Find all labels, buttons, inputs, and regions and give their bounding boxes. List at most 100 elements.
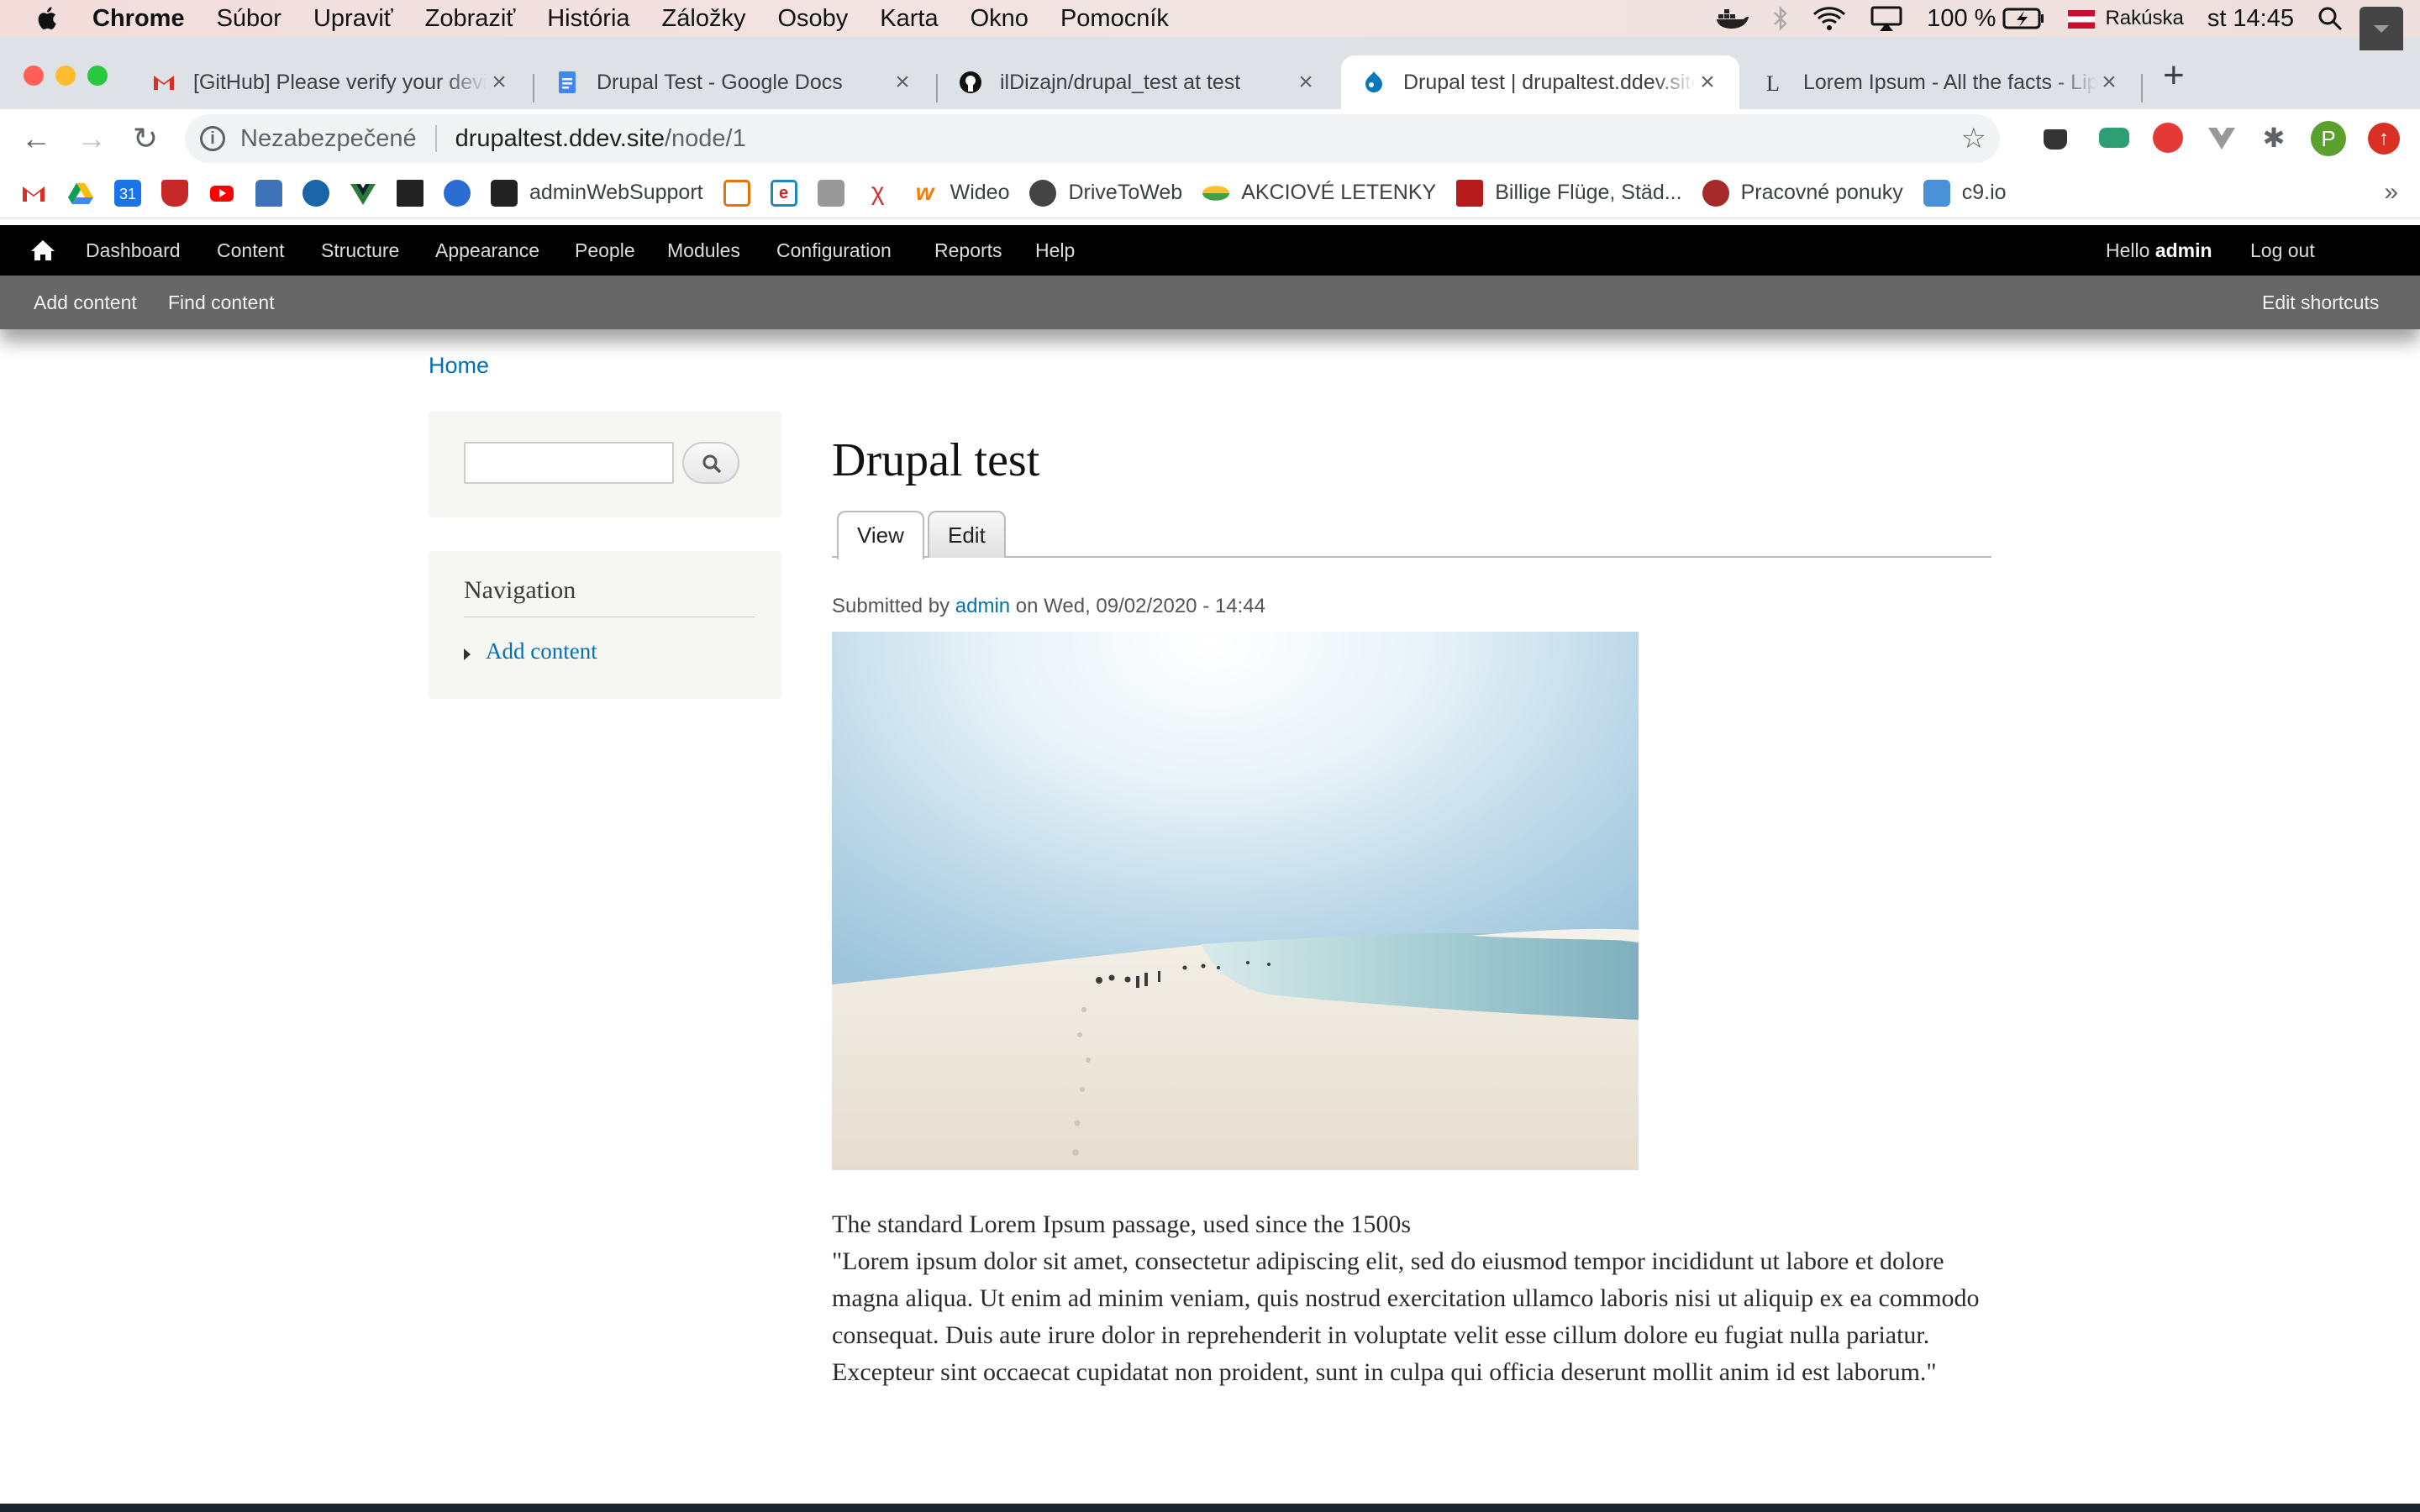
- address-bar[interactable]: i Nezabezpečené drupaltest.ddev.site/nod…: [185, 114, 2000, 163]
- menu-historia[interactable]: História: [547, 5, 629, 33]
- toolbar-appearance[interactable]: Appearance: [435, 225, 539, 276]
- bookmark-label: adminWebSupport: [529, 181, 703, 204]
- reload-icon[interactable]: ↻: [128, 121, 163, 156]
- tab-close-icon[interactable]: ×: [891, 68, 914, 97]
- menu-karta[interactable]: Karta: [880, 5, 938, 33]
- menu-zalozky[interactable]: Záložky: [662, 5, 746, 33]
- bookmark-wideo[interactable]: w Wideo: [912, 179, 1010, 207]
- tab-edit[interactable]: Edit: [928, 511, 1006, 558]
- bookmark-lambda[interactable]: χ: [865, 179, 892, 207]
- browser-tab-drupal-active[interactable]: Drupal test | drupaltest.ddev.site ×: [1341, 55, 1739, 109]
- bookmark-book[interactable]: [397, 179, 424, 207]
- window-minimize-button[interactable]: [55, 66, 76, 86]
- menu-app-chrome[interactable]: Chrome: [92, 5, 185, 33]
- window-zoom-button[interactable]: [87, 66, 108, 86]
- extension-adblock-icon[interactable]: [2153, 123, 2183, 153]
- austria-flag-icon: [2068, 9, 2096, 29]
- menu-upravit[interactable]: Upraviť: [313, 5, 393, 33]
- home-icon[interactable]: [30, 239, 55, 262]
- breadcrumb-home[interactable]: Home: [429, 353, 489, 379]
- toolbar-help[interactable]: Help: [1035, 225, 1075, 276]
- toolbar-people[interactable]: People: [575, 225, 635, 276]
- browser-tab-lipsum[interactable]: L Lorem Ipsum - All the facts - Lipsum g…: [1741, 55, 2141, 109]
- tab-view[interactable]: View: [837, 511, 924, 559]
- profile-avatar[interactable]: P: [2311, 121, 2346, 156]
- search-button[interactable]: [682, 442, 739, 484]
- wifi-icon[interactable]: [1812, 6, 1846, 31]
- extension-vue-devtools-icon[interactable]: [2207, 123, 2237, 153]
- nav-add-content-link[interactable]: Add content: [486, 638, 597, 664]
- search-block: [429, 412, 781, 517]
- bookmark-vue[interactable]: [350, 180, 376, 207]
- shortcut-add-content[interactable]: Add content: [34, 276, 137, 329]
- battery-icon[interactable]: [2002, 8, 2044, 29]
- new-tab-plus-icon[interactable]: +: [2163, 57, 2185, 94]
- clock[interactable]: st 14:45: [2207, 5, 2294, 33]
- input-source[interactable]: Rakúska: [2068, 7, 2184, 30]
- toolbar-dashboard[interactable]: Dashboard: [86, 225, 181, 276]
- bookmark-youtube[interactable]: [208, 180, 235, 207]
- tab-close-icon[interactable]: ×: [2097, 68, 2121, 97]
- toolbar-hello-user[interactable]: Hello admin: [2106, 225, 2212, 276]
- toolbar-configuration[interactable]: Configuration: [776, 225, 892, 276]
- bookmark-google-drive[interactable]: [67, 180, 94, 207]
- menu-subor[interactable]: Súbor: [217, 5, 281, 33]
- toolbar-reports[interactable]: Reports: [934, 225, 1002, 276]
- extensions-puzzle-icon[interactable]: ✱: [2259, 123, 2289, 153]
- body-paragraph: "Lorem ipsum dolor sit amet, consectetur…: [832, 1247, 1980, 1386]
- toolbar-logout[interactable]: Log out: [2250, 225, 2315, 276]
- toolbar-drawer-toggle[interactable]: [2360, 7, 2403, 50]
- bookmark-star-icon[interactable]: ☆: [1961, 122, 1986, 155]
- bookmark-e[interactable]: e: [770, 179, 797, 207]
- bookmark-calendar[interactable]: [723, 179, 750, 207]
- menu-pomocnik[interactable]: Pomocník: [1060, 5, 1169, 33]
- bookmark-akciove-letenky[interactable]: AKCIOVÉ LETENKY: [1202, 180, 1436, 207]
- tab-close-icon[interactable]: ×: [1294, 68, 1318, 97]
- menu-okno[interactable]: Okno: [971, 5, 1028, 33]
- bookmark-drivetoweb[interactable]: DriveToWeb: [1029, 179, 1182, 207]
- shortcut-find-content[interactable]: Find content: [168, 276, 275, 329]
- bookmark-robot[interactable]: [444, 179, 471, 207]
- browser-tab-gmail[interactable]: [GitHub] Please verify your device ×: [131, 55, 531, 109]
- security-label: Nezabezpečené: [240, 124, 417, 152]
- edit-shortcuts-link[interactable]: Edit shortcuts: [2262, 276, 2379, 329]
- google-docs-icon: [559, 71, 576, 93]
- back-arrow-icon[interactable]: ←: [18, 121, 54, 156]
- extension-download-icon[interactable]: [2044, 129, 2067, 150]
- bookmark-apple[interactable]: [817, 179, 844, 207]
- apple-menu-icon[interactable]: [34, 4, 62, 33]
- bookmarks-overflow-icon[interactable]: »: [2384, 178, 2398, 207]
- bookmark-billige-fluge[interactable]: Billige Flüge, Städ...: [1456, 179, 1682, 207]
- site-info-icon[interactable]: i: [200, 126, 225, 151]
- bookmark-pracovne-ponuky[interactable]: Pracovné ponuky: [1702, 179, 1903, 207]
- tab-close-icon[interactable]: ×: [487, 68, 511, 97]
- search-input[interactable]: [464, 442, 674, 484]
- spotlight-search-icon[interactable]: [2317, 6, 2343, 31]
- bookmark-bus[interactable]: [255, 179, 282, 207]
- bookmark-adminwebsupport[interactable]: adminWebSupport: [491, 179, 703, 207]
- vue-icon: [350, 183, 376, 205]
- tab-close-icon[interactable]: ×: [1696, 68, 1719, 97]
- chrome-update-icon[interactable]: ↑: [2368, 123, 2400, 155]
- extension-mail-icon[interactable]: [2099, 128, 2129, 148]
- bluetooth-icon[interactable]: [1772, 5, 1789, 32]
- bookmark-drop[interactable]: [302, 179, 329, 207]
- drupal-admin-toolbar: Dashboard Content Structure Appearance P…: [0, 225, 2420, 276]
- toolbar-content[interactable]: Content: [217, 225, 285, 276]
- window-close-button[interactable]: [24, 66, 44, 86]
- forward-arrow-icon[interactable]: →: [74, 121, 109, 156]
- toolbar-structure[interactable]: Structure: [321, 225, 399, 276]
- menu-zobrazit[interactable]: Zobraziť: [425, 5, 516, 33]
- author-link[interactable]: admin: [955, 595, 1010, 617]
- bookmark-gmail[interactable]: [20, 180, 47, 207]
- browser-tab-google-docs[interactable]: Drupal Test - Google Docs ×: [534, 55, 934, 109]
- airplay-icon[interactable]: [1870, 5, 1903, 32]
- bookmark-google-calendar[interactable]: 31: [114, 179, 141, 207]
- docker-icon[interactable]: [1715, 6, 1749, 31]
- bookmark-c9[interactable]: c9.io: [1923, 179, 2007, 207]
- menu-osoby[interactable]: Osoby: [777, 5, 848, 33]
- browser-tab-github[interactable]: ilDizajn/drupal_test at test ×: [938, 55, 1338, 109]
- navigation-block: Navigation Add content: [429, 551, 781, 699]
- bookmark-shield[interactable]: [161, 179, 188, 207]
- toolbar-modules[interactable]: Modules: [667, 225, 740, 276]
